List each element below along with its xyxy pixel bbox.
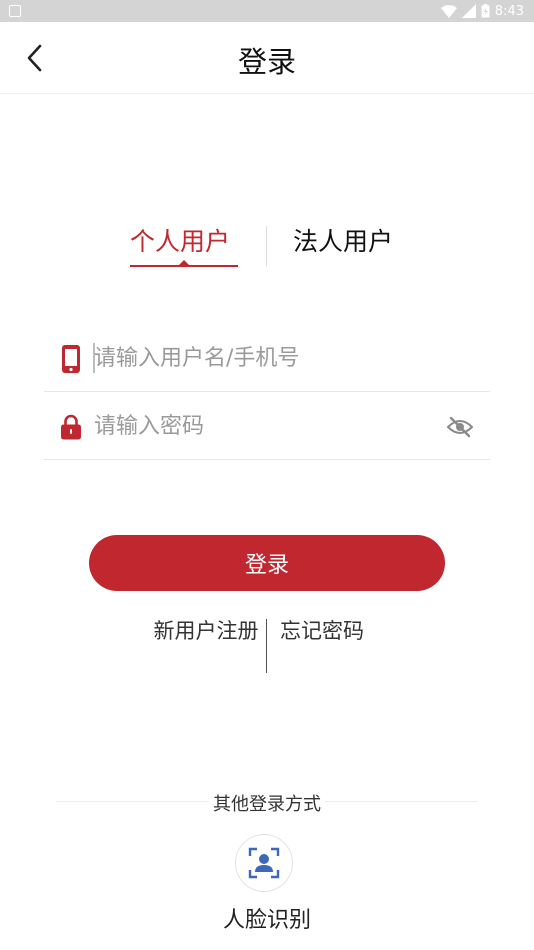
face-recognition-button[interactable] bbox=[235, 834, 293, 892]
forgot-password-link[interactable]: 忘记密码 bbox=[280, 617, 364, 645]
toggle-password-visibility-button[interactable] bbox=[446, 414, 474, 440]
tab-caret-indicator bbox=[179, 260, 189, 265]
status-time: 8:43 bbox=[494, 3, 524, 19]
register-link[interactable]: 新用户注册 bbox=[152, 617, 260, 645]
lock-icon bbox=[60, 412, 82, 442]
other-login-label: 其他登录方式 bbox=[0, 790, 534, 816]
tab-active-indicator bbox=[130, 265, 238, 267]
tab-divider bbox=[266, 226, 267, 266]
tab-corporate-user[interactable]: 法人用户 bbox=[293, 222, 393, 258]
status-icons: 8:43 bbox=[440, 3, 524, 19]
tab-personal-user[interactable]: 个人用户 bbox=[130, 222, 230, 258]
account-links: 新用户注册 忘记密码 bbox=[0, 617, 534, 677]
wifi-icon bbox=[440, 4, 457, 18]
eye-off-icon bbox=[447, 416, 473, 438]
header: 登录 bbox=[0, 22, 534, 94]
password-field bbox=[44, 394, 490, 460]
battery-icon bbox=[481, 4, 490, 18]
face-recognition-label[interactable]: 人脸识别 bbox=[0, 902, 534, 934]
face-recognition-icon bbox=[248, 847, 280, 879]
username-field bbox=[44, 326, 490, 392]
signal-icon bbox=[461, 4, 476, 18]
other-login-text: 其他登录方式 bbox=[209, 794, 325, 815]
phone-icon bbox=[60, 344, 82, 374]
user-type-tabs: 个人用户 法人用户 bbox=[0, 222, 534, 272]
notification-icon bbox=[9, 5, 21, 17]
status-bar: 8:43 bbox=[0, 0, 534, 22]
page-title: 登录 bbox=[237, 45, 296, 79]
links-divider bbox=[266, 619, 267, 673]
password-input[interactable] bbox=[94, 408, 434, 444]
username-input[interactable] bbox=[94, 340, 434, 376]
login-button[interactable]: 登录 bbox=[89, 535, 445, 591]
